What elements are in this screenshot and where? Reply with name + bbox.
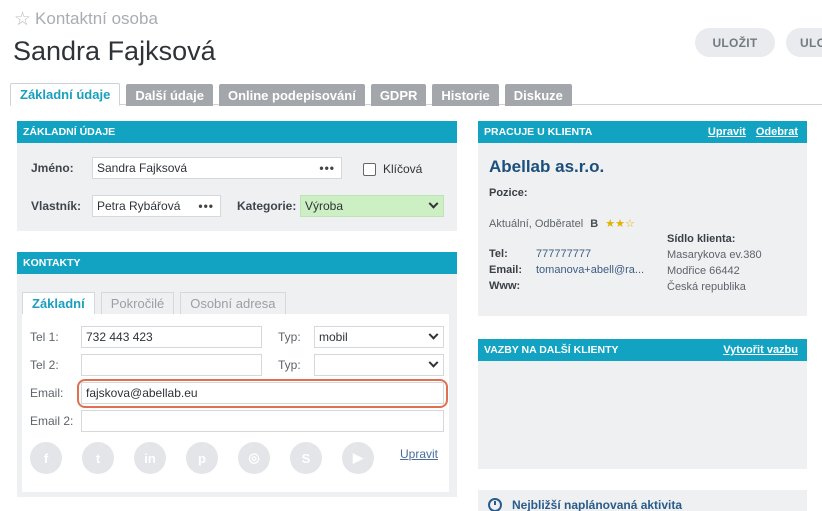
relations-heading: VAZBY NA DALŠÍ KLIENTY Vytvořit vazbu xyxy=(478,339,807,361)
client-tel-label: Tel: xyxy=(489,248,508,260)
client-remove-link[interactable]: Odebrat xyxy=(756,126,798,138)
name-label: Jméno: xyxy=(31,161,74,175)
client-links: Upravit Odebrat xyxy=(708,126,807,138)
key-checkbox[interactable] xyxy=(363,163,376,176)
category-label: Kategorie: xyxy=(237,199,297,213)
chevron-down-icon xyxy=(428,198,439,209)
twitter-icon[interactable]: t xyxy=(82,442,114,474)
youtube-icon[interactable]: ▶ xyxy=(342,442,374,474)
more-icon[interactable]: ••• xyxy=(319,161,335,175)
linkedin-icon[interactable]: in xyxy=(134,442,166,474)
owner-value: Petra Rybářová xyxy=(97,199,181,213)
relations-heading-text: VAZBY NA DALŠÍ KLIENTY xyxy=(484,344,619,356)
email-label: Email: xyxy=(30,386,64,400)
pinterest-icon[interactable]: p xyxy=(186,442,218,474)
address-line3: Česká republika xyxy=(667,281,746,293)
main-tabs: Základní údaje Další údaje Online podepi… xyxy=(10,83,572,106)
subtab-basic[interactable]: Základní xyxy=(22,292,95,314)
contact-subtabs: Základní Pokročilé Osobní adresa xyxy=(22,292,286,314)
tab-more[interactable]: Další údaje xyxy=(126,84,213,106)
address-line1: Masarykova ev.380 xyxy=(667,249,762,261)
subtab-personal-address[interactable]: Osobní adresa xyxy=(180,292,286,314)
seat-label: Sídlo klienta: xyxy=(667,233,736,245)
relations-panel: VAZBY NA DALŠÍ KLIENTY Vytvořit vazbu xyxy=(478,339,807,469)
email-value: fajskova@abellab.eu xyxy=(86,386,198,400)
name-field[interactable]: Sandra Fajksová ••• xyxy=(92,157,342,179)
client-edit-link[interactable]: Upravit xyxy=(708,126,746,138)
basic-info-heading: ZÁKLADNÍ ÚDAJE xyxy=(17,121,457,143)
page-title: Sandra Fajksová xyxy=(13,36,216,66)
client-rating-letter: B xyxy=(590,218,599,230)
tel1-field[interactable]: 732 443 423 xyxy=(81,326,262,348)
save-button[interactable]: ULOŽIT xyxy=(695,28,775,57)
key-label: Klíčová xyxy=(383,162,423,176)
contacts-heading-text: KONTAKTY xyxy=(23,257,81,269)
client-heading-text: PRACUJE U KLIENTA xyxy=(484,126,593,138)
category-value: Výroba xyxy=(305,199,344,213)
type2-select[interactable] xyxy=(314,354,444,376)
next-activity-label: Nejbližší naplánovaná aktivita xyxy=(512,498,683,511)
type1-select[interactable]: mobil xyxy=(314,326,444,348)
client-heading: PRACUJE U KLIENTA Upravit Odebrat xyxy=(478,121,807,143)
client-status-text: Aktuální, Odběratel xyxy=(489,218,584,230)
facebook-icon[interactable]: f xyxy=(30,442,62,474)
client-email-value[interactable]: tomanova+abell@ra... xyxy=(536,264,644,276)
type1-label: Typ: xyxy=(278,330,301,344)
type1-value: mobil xyxy=(319,330,348,344)
address-line2: Modřice 66442 xyxy=(667,265,740,277)
owner-label: Vlastník: xyxy=(31,199,82,213)
instagram-icon[interactable]: ◎ xyxy=(238,442,270,474)
rating-stars-icon: ★★☆ xyxy=(605,218,635,230)
client-email-label: Email: xyxy=(489,264,523,276)
more-icon[interactable]: ••• xyxy=(198,199,214,213)
email2-field[interactable] xyxy=(81,410,444,432)
chevron-down-icon xyxy=(428,357,439,368)
client-tel-value[interactable]: 777777777 xyxy=(536,248,591,260)
tab-gdpr[interactable]: GDPR xyxy=(370,84,427,106)
tel1-label: Tel 1: xyxy=(30,330,59,344)
tel2-field[interactable] xyxy=(81,354,262,376)
contacts-heading: KONTAKTY xyxy=(17,252,457,274)
subtab-advanced[interactable]: Pokročilé xyxy=(100,292,175,314)
next-activity[interactable]: Nejbližší naplánovaná aktivita xyxy=(478,490,807,511)
clock-icon xyxy=(488,498,502,511)
breadcrumb-label: Kontaktní osoba xyxy=(35,9,158,28)
owner-field[interactable]: Petra Rybářová ••• xyxy=(92,195,221,217)
tel2-label: Tel 2: xyxy=(30,358,59,372)
position-label: Pozice: xyxy=(489,187,528,199)
basic-info-heading-text: ZÁKLADNÍ ÚDAJE xyxy=(23,126,116,138)
email-field[interactable]: fajskova@abellab.eu xyxy=(81,382,444,404)
relations-links: Vytvořit vazbu xyxy=(723,344,807,356)
create-relation-link[interactable]: Vytvořit vazbu xyxy=(723,344,798,356)
tab-discussion[interactable]: Diskuze xyxy=(504,84,572,106)
breadcrumb: ☆ Kontaktní osoba xyxy=(14,9,158,29)
tab-online-signing[interactable]: Online podepisování xyxy=(218,84,365,106)
edit-social-link[interactable]: Upravit xyxy=(400,447,438,461)
client-status: Aktuální, Odběratel B ★★☆ xyxy=(489,217,635,230)
chevron-down-icon xyxy=(428,329,439,340)
client-www-label: Www: xyxy=(489,280,521,292)
tab-history[interactable]: Historie xyxy=(432,84,499,106)
client-name[interactable]: Abellab as.r.o. xyxy=(489,157,604,177)
skype-icon[interactable]: S xyxy=(290,442,322,474)
tab-basic[interactable]: Základní údaje xyxy=(10,83,121,106)
star-icon[interactable]: ☆ xyxy=(14,10,31,29)
save-secondary-button[interactable]: ULO xyxy=(786,28,822,57)
name-value: Sandra Fajksová xyxy=(97,161,188,175)
tel1-value: 732 443 423 xyxy=(86,330,153,344)
category-select[interactable]: Výroba xyxy=(300,195,444,217)
email2-label: Email 2: xyxy=(30,414,74,428)
type2-label: Typ: xyxy=(278,358,301,372)
